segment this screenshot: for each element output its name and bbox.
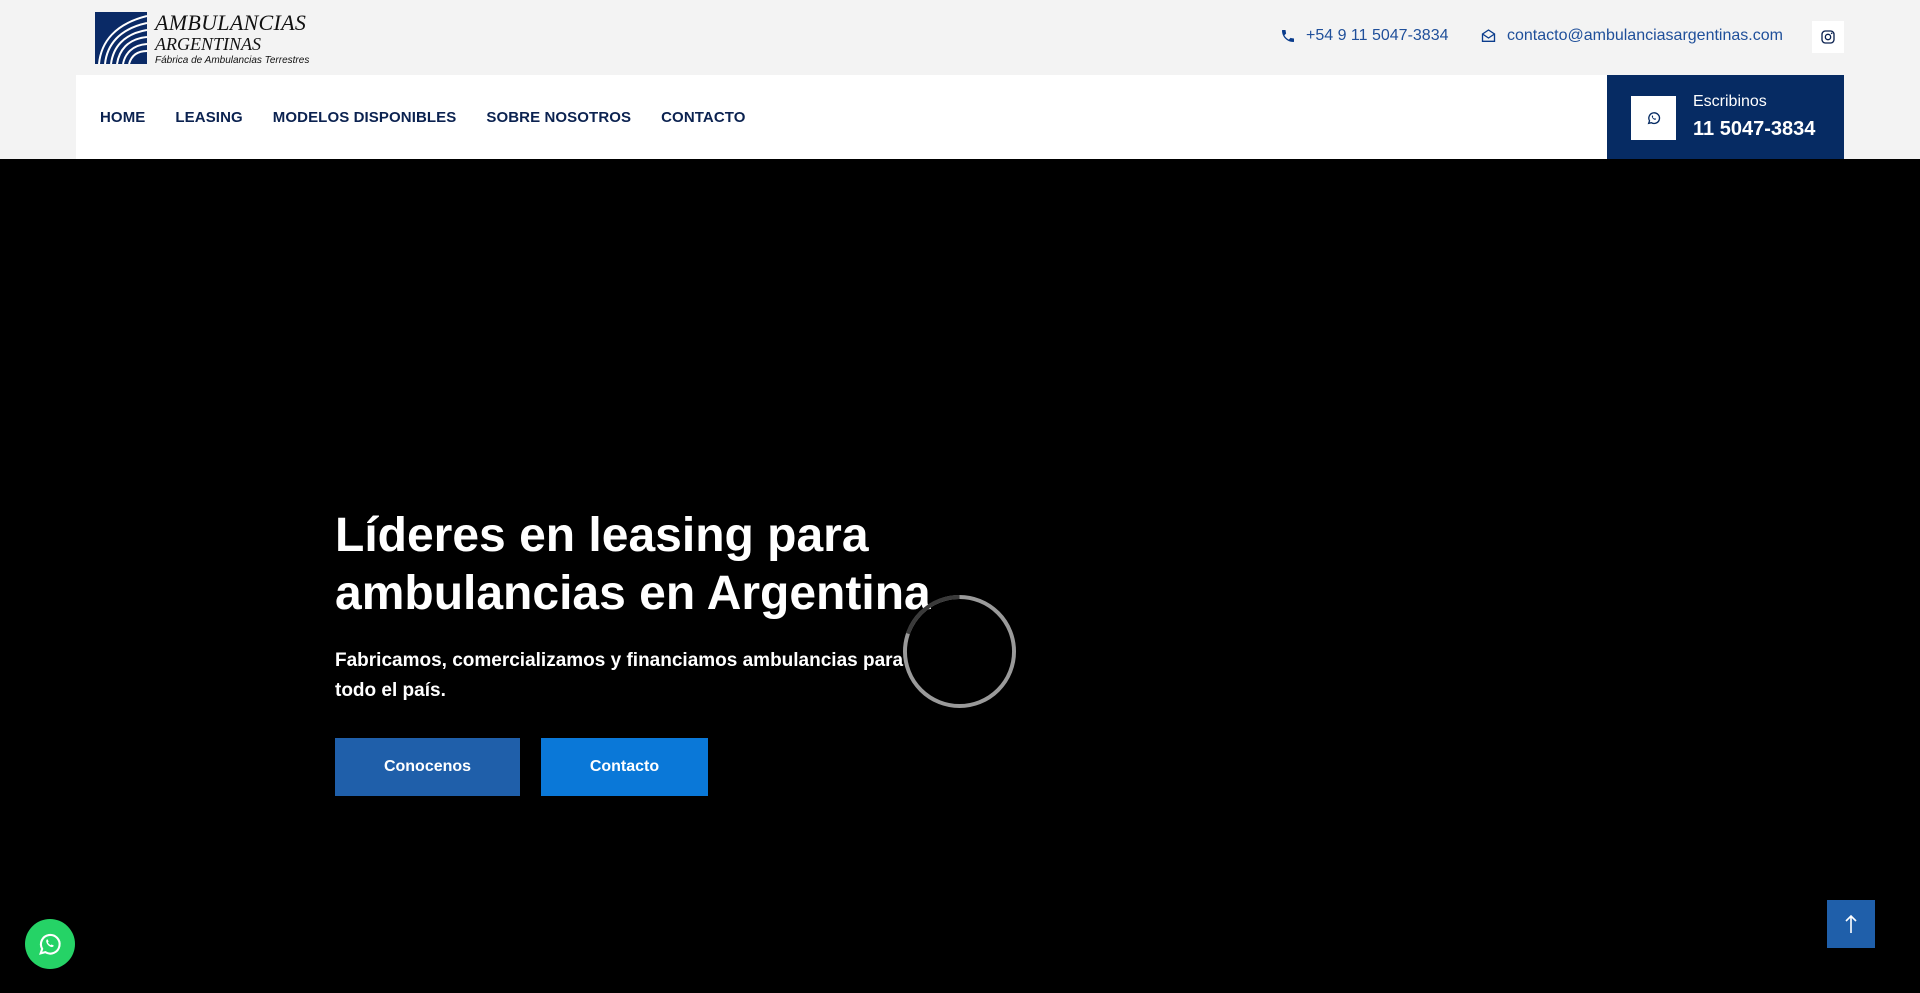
hero-subtitle-line2: todo el país.	[335, 680, 446, 701]
logo-text: AMBULANCIAS ARGENTINAS Fábrica de Ambula…	[155, 12, 309, 66]
topbar-phone-link[interactable]: +54 9 11 5047-3834	[1280, 27, 1449, 45]
nav-item-sobre-nosotros[interactable]: SOBRE NOSOTROS	[486, 109, 631, 126]
logo-mark-icon	[95, 12, 147, 64]
whatsapp-floating-button[interactable]	[25, 919, 75, 969]
arrow-up-icon	[1845, 914, 1857, 933]
topbar-email-text: contacto@ambulanciasargentinas.com	[1507, 27, 1783, 44]
topbar-email-link[interactable]: contacto@ambulanciasargentinas.com	[1480, 27, 1783, 45]
hero-subtitle-line1: Fabricamos, comercializamos y financiamo…	[335, 650, 904, 671]
nav-item-contacto[interactable]: CONTACTO	[661, 109, 745, 126]
nav-item-leasing[interactable]: LEASING	[175, 109, 242, 126]
envelope-icon	[1481, 29, 1496, 42]
logo-tagline: Fábrica de Ambulancias Terrestres	[155, 55, 310, 66]
nav-menu: HOME LEASING MODELOS DISPONIBLES SOBRE N…	[100, 75, 776, 159]
phone-icon	[1282, 30, 1294, 42]
loading-spinner-icon	[902, 594, 1017, 709]
whatsapp-box-label: Escribinos	[1693, 93, 1767, 110]
scroll-to-top-button[interactable]	[1827, 900, 1875, 948]
logo[interactable]: AMBULANCIAS ARGENTINAS Fábrica de Ambula…	[95, 12, 310, 66]
whatsapp-icon	[39, 933, 61, 955]
logo-line1: AMBULANCIAS	[155, 10, 307, 35]
whatsapp-icon	[1647, 112, 1660, 125]
conocenos-button[interactable]: Conocenos	[335, 738, 520, 796]
whatsapp-contact-box[interactable]: Escribinos 11 5047-3834	[1607, 75, 1844, 159]
instagram-icon	[1821, 30, 1835, 44]
whatsapp-box-icon-wrap	[1631, 96, 1676, 140]
contacto-button[interactable]: Contacto	[541, 738, 708, 796]
hero-subtitle: Fabricamos, comercializamos y financiamo…	[335, 646, 975, 706]
hero-title-line2: ambulancias en Argentina	[335, 567, 931, 620]
main-navbar: HOME LEASING MODELOS DISPONIBLES SOBRE N…	[76, 75, 1844, 159]
nav-item-modelos[interactable]: MODELOS DISPONIBLES	[273, 109, 457, 126]
topbar-phone-text: +54 9 11 5047-3834	[1306, 27, 1449, 44]
instagram-button[interactable]	[1812, 21, 1844, 53]
hero-title-line1: Líderes en leasing para	[335, 509, 869, 562]
hero-section: Líderes en leasing para ambulancias en A…	[0, 159, 1920, 993]
logo-line2: ARGENTINAS	[155, 34, 261, 54]
nav-item-home[interactable]: HOME	[100, 109, 145, 126]
whatsapp-box-number: 11 5047-3834	[1693, 118, 1816, 140]
